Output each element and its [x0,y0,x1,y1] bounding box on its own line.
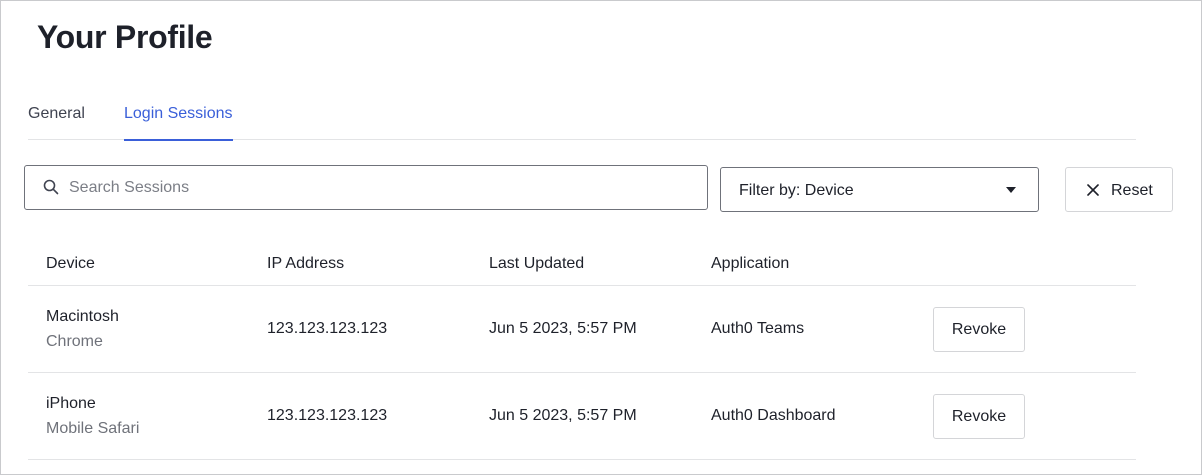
device-name: Macintosh [46,308,119,325]
header-device: Device [46,255,95,272]
ip-address: 123.123.123.123 [267,407,388,424]
header-last-updated: Last Updated [489,255,585,272]
revoke-button[interactable]: Revoke [933,307,1025,352]
revoke-button[interactable]: Revoke [933,394,1025,439]
application: Auth0 Dashboard [711,407,836,424]
close-icon [1087,184,1099,196]
filter-device-select[interactable]: Filter by: Device [720,167,1039,212]
last-updated: Jun 5 2023, 5:57 PM [489,407,637,424]
search-input[interactable] [69,166,689,209]
last-updated: Jun 5 2023, 5:57 PM [489,320,637,337]
table-row: Macintosh Chrome 123.123.123.123 Jun 5 2… [28,286,1136,373]
page-title: Your Profile [37,19,213,55]
ip-address: 123.123.123.123 [267,320,388,337]
caret-down-icon [1006,187,1016,193]
tab-general[interactable]: General [28,105,85,140]
device-browser: Mobile Safari [46,420,140,437]
application: Auth0 Teams [711,320,805,337]
search-icon [43,179,59,195]
filter-label: Filter by: Device [739,182,854,199]
device-browser: Chrome [46,333,103,350]
table-header: Device IP Address Last Updated Applicati… [28,241,1136,286]
profile-page: Your Profile General Login Sessions Filt… [0,0,1202,475]
device-name: iPhone [46,395,96,412]
reset-button[interactable]: Reset [1065,167,1173,212]
header-ip-address: IP Address [267,255,345,272]
header-application: Application [711,255,790,272]
sessions-table: Device IP Address Last Updated Applicati… [28,241,1136,460]
reset-label: Reset [1111,182,1153,199]
table-row: iPhone Mobile Safari 123.123.123.123 Jun… [28,373,1136,460]
search-box[interactable] [24,165,708,210]
tab-login-sessions[interactable]: Login Sessions [124,105,233,141]
tab-bar: General Login Sessions [28,97,1136,141]
